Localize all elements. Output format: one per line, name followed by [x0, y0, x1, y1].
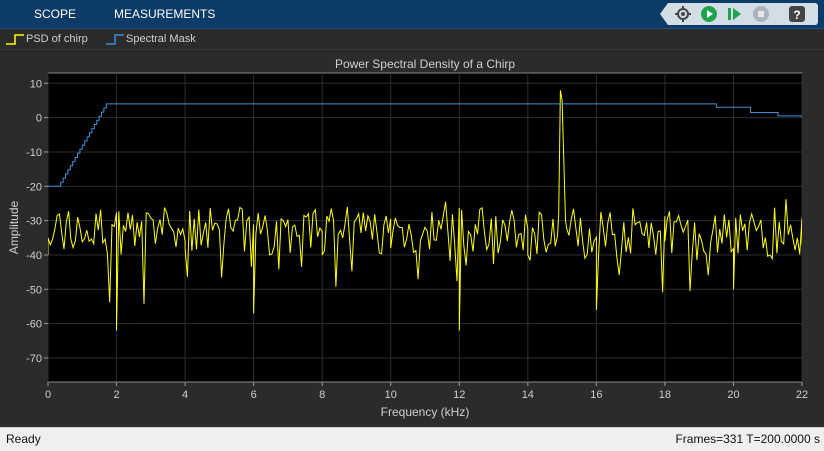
step-forward-icon[interactable]	[726, 5, 744, 23]
psd-chart[interactable]: Power Spectral Density of a Chirp 0 2 4 6 8 10…	[0, 50, 824, 427]
simulation-controls: ?	[660, 3, 818, 25]
y-tick-label: -40	[26, 250, 42, 262]
legend-swatch-mask	[106, 34, 124, 45]
legend-label-mask: Spectral Mask	[126, 33, 196, 45]
legend-item-mask[interactable]: Spectral Mask	[106, 31, 206, 47]
x-tick-label: 14	[522, 389, 534, 401]
x-tick-label: 18	[659, 389, 671, 401]
svg-text:?: ?	[793, 8, 800, 22]
x-axis-label: Frequency (kHz)	[381, 405, 470, 419]
y-tick-label: 0	[36, 113, 42, 125]
y-tick-label: -20	[26, 181, 42, 193]
tab-measurements[interactable]: MEASUREMENTS	[114, 0, 215, 28]
tab-scope[interactable]: SCOPE	[34, 0, 76, 28]
x-tick-label: 2	[113, 389, 119, 401]
legend-swatch-psd	[6, 34, 24, 45]
x-tick-label: 16	[590, 389, 602, 401]
x-tick-label: 6	[251, 389, 257, 401]
toolstrip: SCOPE MEASUREMENTS ?	[0, 0, 824, 29]
x-tick-label: 22	[796, 389, 808, 401]
y-tick-label: -10	[26, 147, 42, 159]
x-tick-label: 12	[453, 389, 465, 401]
settings-icon[interactable]	[674, 5, 692, 23]
run-icon[interactable]	[700, 5, 718, 23]
frame-time-readout: Frames=331 T=200.0000 s	[675, 432, 820, 446]
x-tick-label: 10	[385, 389, 397, 401]
y-tick-label: -50	[26, 284, 42, 296]
stop-icon[interactable]	[752, 5, 770, 23]
legend-item-psd[interactable]: PSD of chirp	[6, 31, 96, 47]
chart-title: Power Spectral Density of a Chirp	[335, 57, 515, 71]
help-icon[interactable]: ?	[788, 5, 806, 23]
status-bar: Ready Frames=331 T=200.0000 s	[0, 427, 824, 451]
legend-label-psd: PSD of chirp	[26, 33, 88, 45]
x-tick-label: 0	[45, 389, 51, 401]
x-tick-label: 4	[182, 389, 188, 401]
y-tick-label: -30	[26, 216, 42, 228]
legend: PSD of chirp Spectral Mask	[0, 29, 824, 50]
y-tick-label: -70	[26, 353, 42, 365]
x-tick-label: 20	[727, 389, 739, 401]
status-text: Ready	[6, 432, 41, 446]
plot-area[interactable]: Power Spectral Density of a Chirp 0 2 4 6 8 10…	[0, 50, 824, 427]
y-axis-label: Amplitude	[7, 201, 21, 255]
x-tick-label: 8	[319, 389, 325, 401]
y-tick-label: 10	[30, 78, 42, 90]
y-tick-label: -60	[26, 319, 42, 331]
